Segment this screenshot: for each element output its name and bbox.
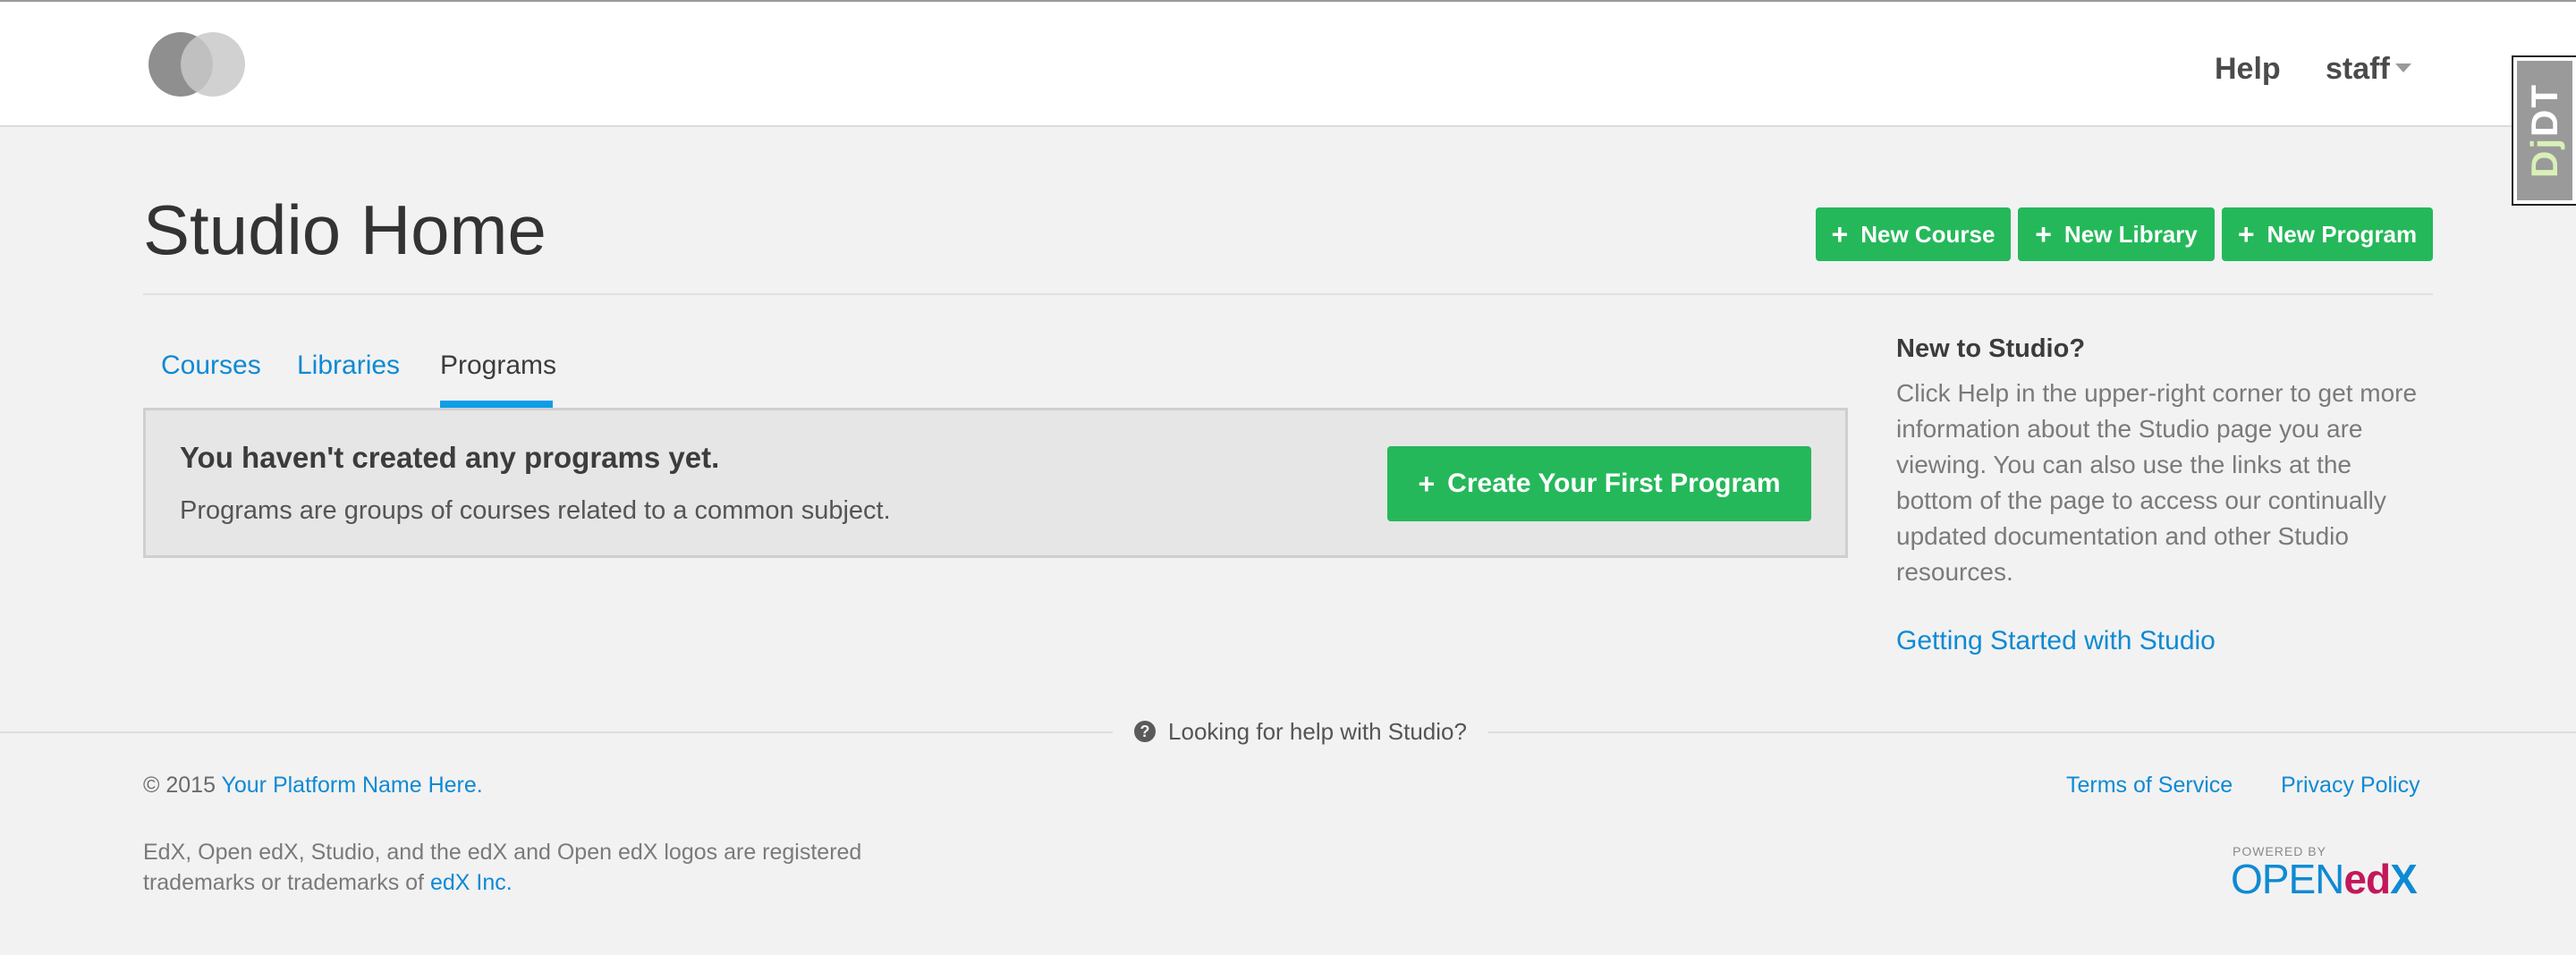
tab-programs[interactable]: Programs bbox=[440, 351, 556, 381]
new-library-button[interactable]: + New Library bbox=[2018, 207, 2215, 261]
new-program-button[interactable]: + New Program bbox=[2222, 207, 2433, 261]
create-first-program-button[interactable]: + Create Your First Program bbox=[1387, 446, 1811, 521]
plus-icon: + bbox=[1831, 218, 1849, 250]
site-header: Help staff bbox=[0, 0, 2576, 127]
plus-icon: + bbox=[2035, 218, 2052, 250]
sidebar-title: New to Studio? bbox=[1896, 334, 2086, 363]
create-first-program-label: Create Your First Program bbox=[1447, 469, 1781, 498]
active-tab-indicator bbox=[440, 401, 553, 408]
sidebar-body: Click Help in the upper-right corner to … bbox=[1896, 379, 2418, 586]
debug-toolbar-handle[interactable]: DjDT bbox=[2512, 55, 2576, 206]
plus-icon: + bbox=[2237, 218, 2255, 250]
caret-down-icon bbox=[2394, 63, 2411, 73]
debug-toolbar-inner: DjDT bbox=[2517, 61, 2572, 200]
tab-courses[interactable]: Courses bbox=[161, 351, 261, 381]
footer-help[interactable]: ? Looking for help with Studio? bbox=[1113, 714, 1488, 749]
getting-started-link[interactable]: Getting Started with Studio bbox=[1896, 626, 2216, 656]
logo-circle-right bbox=[181, 32, 245, 97]
user-menu[interactable]: staff bbox=[2326, 52, 2411, 87]
debug-toolbar-label: DjDT bbox=[2523, 83, 2565, 178]
empty-programs-notice: You haven't created any programs yet. Pr… bbox=[143, 408, 1848, 558]
privacy-policy-link[interactable]: Privacy Policy bbox=[2281, 773, 2420, 799]
help-link[interactable]: Help bbox=[2215, 52, 2281, 87]
new-program-label: New Program bbox=[2267, 220, 2418, 248]
copyright: © 2015 Your Platform Name Here. bbox=[143, 773, 483, 799]
new-library-label: New Library bbox=[2063, 220, 2198, 248]
notice-description: Programs are groups of courses related t… bbox=[180, 496, 891, 525]
trademark-notice: EdX, Open edX, Studio, and the edX and O… bbox=[143, 837, 948, 898]
studio-logo[interactable] bbox=[148, 32, 247, 98]
open-edx-wordmark: OPENedX bbox=[2231, 856, 2418, 902]
terms-of-service-link[interactable]: Terms of Service bbox=[2066, 773, 2233, 799]
notice-title: You haven't created any programs yet. bbox=[180, 441, 720, 474]
page-title: Studio Home bbox=[143, 190, 547, 269]
new-course-label: New Course bbox=[1860, 220, 1996, 248]
powered-by-open-edx-logo[interactable]: POWERED BY OPENedX bbox=[2231, 844, 2428, 901]
new-course-button[interactable]: + New Course bbox=[1816, 207, 2011, 261]
plus-icon: + bbox=[1418, 468, 1436, 500]
copyright-prefix: © 2015 bbox=[143, 773, 216, 798]
tab-libraries[interactable]: Libraries bbox=[297, 351, 400, 381]
user-menu-label: staff bbox=[2326, 52, 2390, 86]
platform-name-link[interactable]: Your Platform Name Here. bbox=[221, 773, 482, 798]
title-divider bbox=[143, 293, 2433, 295]
footer-help-text: Looking for help with Studio? bbox=[1168, 717, 1467, 745]
question-circle-icon: ? bbox=[1134, 721, 1157, 742]
edx-inc-link[interactable]: edX Inc. bbox=[430, 870, 513, 895]
